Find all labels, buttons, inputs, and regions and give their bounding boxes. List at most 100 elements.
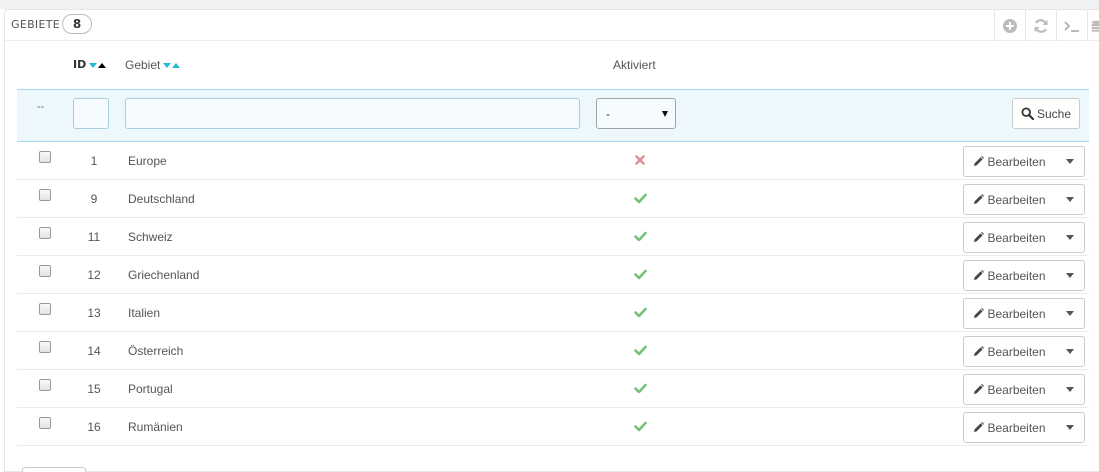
row-id: 11 xyxy=(87,230,101,244)
column-id[interactable]: ID xyxy=(73,58,107,71)
table-row: 14 Österreich Bearbeiten xyxy=(17,332,1089,370)
row-checkbox[interactable] xyxy=(39,379,51,391)
search-button[interactable]: Suche xyxy=(1012,98,1080,129)
refresh-icon xyxy=(1034,18,1048,33)
row-id: 9 xyxy=(90,192,98,206)
refresh-button[interactable] xyxy=(1025,10,1056,41)
row-edit-group: Bearbeiten xyxy=(963,412,1085,443)
sort-desc-icon[interactable] xyxy=(89,62,98,68)
filter-name-input[interactable] xyxy=(125,98,580,129)
caret-down-icon xyxy=(1065,349,1074,354)
pencil-icon xyxy=(974,346,985,356)
caret-down-icon xyxy=(1065,273,1074,278)
pencil-icon xyxy=(974,156,985,166)
sql-button[interactable] xyxy=(1056,10,1087,41)
sort-asc-icon[interactable] xyxy=(172,63,181,69)
row-status-toggle[interactable] xyxy=(633,191,647,205)
row-actions-dropdown[interactable] xyxy=(1055,261,1084,290)
row-edit-group: Bearbeiten xyxy=(963,336,1085,367)
edit-button-label: Bearbeiten xyxy=(987,344,1046,359)
search-button-label: Suche xyxy=(1036,106,1072,121)
edit-button[interactable]: Bearbeiten xyxy=(964,185,1055,214)
sort-desc-icon[interactable] xyxy=(163,63,172,69)
sort-asc-icon[interactable] xyxy=(98,62,107,68)
row-status-toggle[interactable] xyxy=(633,229,647,243)
add-icon xyxy=(1003,18,1017,33)
row-status-toggle[interactable] xyxy=(633,419,647,433)
check-icon xyxy=(633,307,647,317)
row-actions-dropdown[interactable] xyxy=(1055,147,1084,176)
row-id: 15 xyxy=(87,382,101,396)
edit-button-label: Bearbeiten xyxy=(987,154,1046,169)
caret-down-icon xyxy=(1065,387,1074,392)
edit-button[interactable]: Bearbeiten xyxy=(964,375,1055,404)
edit-button[interactable]: Bearbeiten xyxy=(964,261,1055,290)
add-button[interactable] xyxy=(994,10,1025,41)
row-checkbox[interactable] xyxy=(39,265,51,277)
row-actions-dropdown[interactable] xyxy=(1055,337,1084,366)
close-icon xyxy=(635,155,645,165)
row-name: Portugal xyxy=(128,382,173,396)
edit-button[interactable]: Bearbeiten xyxy=(964,223,1055,252)
row-checkbox[interactable] xyxy=(39,341,51,353)
row-edit-group: Bearbeiten xyxy=(963,146,1085,177)
row-name: Österreich xyxy=(128,344,184,358)
top-strip xyxy=(0,0,1099,9)
row-status-toggle[interactable] xyxy=(633,343,647,357)
table-row: 13 Italien Bearbeiten xyxy=(17,294,1089,332)
chevron-down-icon xyxy=(662,111,668,117)
terminal-icon xyxy=(1064,20,1079,32)
row-actions-dropdown[interactable] xyxy=(1055,299,1084,328)
column-id-label: ID xyxy=(73,58,87,71)
check-icon xyxy=(633,193,647,203)
row-edit-group: Bearbeiten xyxy=(963,374,1085,405)
pencil-icon xyxy=(974,270,985,280)
row-status-toggle[interactable] xyxy=(633,153,647,167)
row-edit-group: Bearbeiten xyxy=(963,260,1085,291)
row-checkbox[interactable] xyxy=(39,227,51,239)
row-name: Griechenland xyxy=(128,268,200,282)
panel-toolbar xyxy=(994,10,1099,41)
edit-button[interactable]: Bearbeiten xyxy=(964,413,1055,442)
edit-button[interactable]: Bearbeiten xyxy=(964,299,1055,328)
pencil-icon xyxy=(974,232,985,242)
check-icon xyxy=(633,383,647,393)
edit-button-label: Bearbeiten xyxy=(987,192,1046,207)
table-row: 1 Europe Bearbeiten xyxy=(17,142,1089,180)
row-name: Italien xyxy=(128,306,161,320)
row-name: Europe xyxy=(128,154,167,168)
row-actions-dropdown[interactable] xyxy=(1055,223,1084,252)
row-checkbox[interactable] xyxy=(39,151,51,163)
edit-button[interactable]: Bearbeiten xyxy=(964,147,1055,176)
caret-down-icon xyxy=(1065,425,1074,430)
row-edit-group: Bearbeiten xyxy=(963,222,1085,253)
row-name: Deutschland xyxy=(128,192,195,206)
row-checkbox[interactable] xyxy=(39,189,51,201)
table-row: 11 Schweiz Bearbeiten xyxy=(17,218,1089,256)
row-id: 14 xyxy=(87,344,101,358)
filter-id-input[interactable] xyxy=(73,98,109,129)
row-actions-dropdown[interactable] xyxy=(1055,375,1084,404)
pencil-icon xyxy=(974,384,985,394)
row-actions-dropdown[interactable] xyxy=(1055,185,1084,214)
edit-button[interactable]: Bearbeiten xyxy=(964,337,1055,366)
row-status-toggle[interactable] xyxy=(633,381,647,395)
row-edit-group: Bearbeiten xyxy=(963,298,1085,329)
row-checkbox[interactable] xyxy=(39,303,51,315)
row-status-toggle[interactable] xyxy=(633,267,647,281)
page: Gebiete 8 xyxy=(0,0,1099,472)
row-status-toggle[interactable] xyxy=(633,305,647,319)
search-icon xyxy=(1021,107,1034,120)
table-row: 12 Griechenland Bearbeiten xyxy=(17,256,1089,294)
table-header: ID Gebiet Aktiviert xyxy=(17,49,1089,79)
table-row: 9 Deutschland Bearbeiten xyxy=(17,180,1089,218)
bulk-actions-button[interactable] xyxy=(22,467,86,472)
caret-down-icon xyxy=(1065,311,1074,316)
row-actions-dropdown[interactable] xyxy=(1055,413,1084,442)
row-checkbox[interactable] xyxy=(39,417,51,429)
edit-button-label: Bearbeiten xyxy=(987,306,1046,321)
filter-active-select[interactable]: - xyxy=(596,98,676,129)
caret-down-icon xyxy=(1065,235,1074,240)
database-button[interactable] xyxy=(1087,10,1099,41)
column-name[interactable]: Gebiet xyxy=(125,58,181,72)
